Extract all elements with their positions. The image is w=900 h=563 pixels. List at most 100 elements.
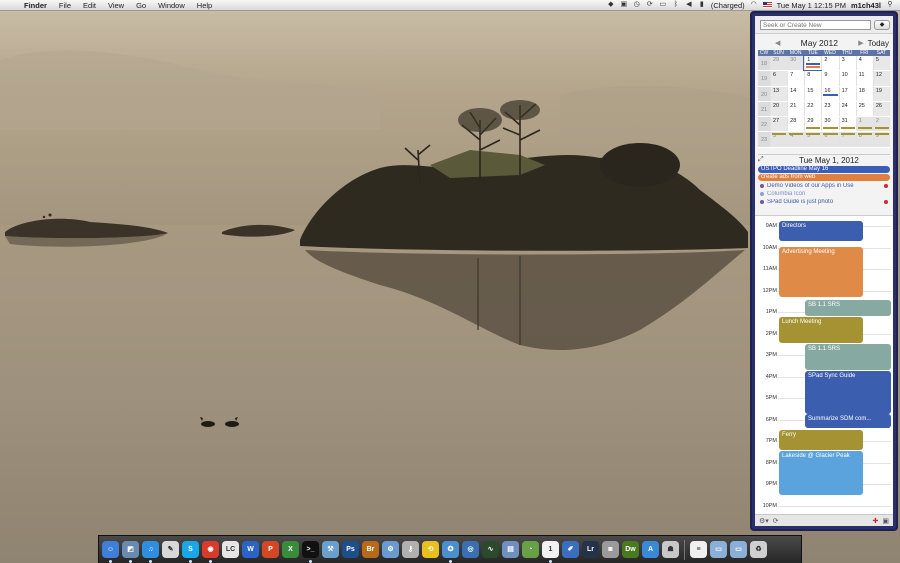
ical-icon[interactable]: 1 <box>542 541 559 563</box>
chrome-icon[interactable]: ◉ <box>202 541 219 563</box>
user-name[interactable]: m1ch43l <box>851 1 881 10</box>
lightroom-icon[interactable]: Lr <box>582 541 599 558</box>
calendar-day-cell[interactable]: 5 <box>804 132 822 147</box>
calendar-day-cell[interactable]: 2 <box>872 117 890 132</box>
app-store-icon[interactable]: A <box>642 541 659 558</box>
calendar-day-cell[interactable]: 15 <box>804 86 822 101</box>
itunes-icon[interactable]: ♫ <box>142 541 159 563</box>
calendar-day-cell[interactable]: 13 <box>770 86 788 101</box>
calendar-day-cell[interactable]: 2 <box>821 56 839 71</box>
calendar-day-cell[interactable]: 10 <box>838 71 856 86</box>
excel-icon[interactable]: X <box>282 541 299 558</box>
word-icon[interactable]: W <box>242 541 259 558</box>
todo-item[interactable]: SPad Guide is just photo <box>758 198 890 206</box>
calendar-event[interactable]: Advertising Meeting <box>779 247 863 297</box>
allday-event[interactable]: USTPO Deadline May 16 <box>758 165 890 173</box>
downloads-folder-icon[interactable]: ▭ <box>730 541 747 558</box>
powerpoint-icon[interactable]: P <box>262 541 279 558</box>
calendar-day-cell[interactable]: 16 <box>821 86 839 101</box>
calendar-day-cell[interactable]: 12 <box>872 71 890 86</box>
menu-go[interactable]: Go <box>130 1 152 10</box>
todo-item[interactable]: Columbia Icon <box>758 190 890 198</box>
document-stack-icon[interactable]: ≡ <box>690 541 707 558</box>
calendar-day-cell[interactable]: 20 <box>770 101 788 117</box>
timeline-icon[interactable]: ⟲ <box>422 541 439 558</box>
calendar-day-cell[interactable]: 29 <box>770 56 788 71</box>
calendar-day-cell[interactable]: 24 <box>838 101 856 117</box>
finder-icon[interactable]: ☺ <box>102 541 119 563</box>
calendar-day-cell[interactable]: 3 <box>770 132 788 147</box>
automator-icon[interactable]: ☗ <box>662 541 679 558</box>
dreamweaver-icon[interactable]: Dw <box>622 541 639 558</box>
calendar-day-cell[interactable]: 6 <box>770 71 788 86</box>
calendar-event[interactable]: Summarize SDM com... <box>805 414 891 428</box>
calendar-day-cell[interactable]: 18 <box>855 86 873 101</box>
calendar-day-cell[interactable]: 8 <box>855 132 873 147</box>
calendar-event[interactable]: Lunch Meeting <box>779 317 863 343</box>
day-timeline[interactable]: 9AM 10AM 11AM 12PM 1PM 2PM 3PM 4PM 5PM 6PM 7PM 8PM 9… <box>755 215 893 515</box>
activity-monitor-icon[interactable]: ∿ <box>482 541 499 558</box>
app-menu-finder[interactable]: Finder <box>18 1 53 10</box>
calendar-day-cell[interactable]: 21 <box>787 101 805 117</box>
calendar-day-cell[interactable]: 23 <box>821 101 839 117</box>
collapse-icon[interactable]: ▣ <box>882 517 889 525</box>
allday-event[interactable]: create ads from web <box>758 173 890 181</box>
terminal-icon[interactable]: >_ <box>302 541 319 563</box>
tag-icon[interactable]: ◆ <box>874 20 890 30</box>
keychain-icon[interactable]: ⚷ <box>402 541 419 558</box>
calendar-day-cell[interactable]: 8 <box>804 71 822 86</box>
calendar-day-cell[interactable]: 14 <box>787 86 805 101</box>
refresh-icon[interactable]: ⟳ <box>773 517 779 525</box>
calendar-day-cell[interactable]: 25 <box>855 101 873 117</box>
calendar-day-cell[interactable]: 4 <box>855 56 873 71</box>
trash-icon[interactable]: ♻ <box>750 541 767 558</box>
calendar-day-cell[interactable]: 30 <box>787 56 805 71</box>
menu-edit[interactable]: Edit <box>77 1 102 10</box>
menu-clock[interactable]: Tue May 1 12:15 PM <box>777 1 846 10</box>
time-machine-icon[interactable]: ◷ <box>633 1 641 9</box>
textedit-icon[interactable]: ✎ <box>162 541 179 558</box>
calendar-event[interactable]: Lakeside @ Glacier Peak <box>779 451 863 495</box>
settings-gear-icon[interactable]: ⚙▾ <box>759 517 769 525</box>
volume-icon[interactable]: ◀ <box>685 1 693 9</box>
screenshot-icon[interactable]: ◙ <box>602 541 619 558</box>
expand-icon[interactable]: ⤢ <box>758 156 768 164</box>
skype-icon[interactable]: S <box>182 541 199 563</box>
calendar-day-cell[interactable]: 9 <box>821 71 839 86</box>
calendar-day-cell[interactable]: 7 <box>838 132 856 147</box>
calendar-day-cell[interactable]: 1 <box>855 117 873 132</box>
calendar-day-cell[interactable]: 31 <box>838 117 856 132</box>
calendar-event[interactable]: SB 1.1 SRS <box>805 344 891 370</box>
stats-icon[interactable]: ◔ <box>522 541 539 558</box>
calendar-day-cell[interactable]: 9 <box>872 132 890 147</box>
calendar-day-cell[interactable]: 17 <box>838 86 856 101</box>
calendar-event[interactable]: SPad Sync Guide <box>805 371 891 414</box>
calendar-day-cell[interactable]: 19 <box>872 86 890 101</box>
calendar-day-cell[interactable]: 4 <box>787 132 805 147</box>
sync-icon[interactable]: ⟳ <box>646 1 654 9</box>
safari-icon[interactable]: ✪ <box>442 541 459 563</box>
today-button[interactable]: Today <box>868 39 889 48</box>
calendar-day-cell[interactable]: 3 <box>838 56 856 71</box>
spotlight-search-icon[interactable]: ⚲ <box>886 1 894 9</box>
calendar-event[interactable]: Directors <box>779 221 863 241</box>
calendar-day-cell[interactable]: 29 <box>804 117 822 132</box>
menu-file[interactable]: File <box>53 1 77 10</box>
folder-utils-icon[interactable]: ⚙ <box>382 541 399 558</box>
menu-window[interactable]: Window <box>152 1 191 10</box>
menu-help[interactable]: Help <box>191 1 218 10</box>
battery-status[interactable]: (Charged) <box>711 1 745 10</box>
preview-icon[interactable]: ◩ <box>122 541 139 563</box>
next-month-icon[interactable]: ▶ <box>858 39 863 47</box>
bluetooth-icon[interactable]: ᛒ <box>672 1 680 9</box>
calendar-event[interactable]: Ferry <box>779 430 863 450</box>
dropbox-icon[interactable]: ◆ <box>607 1 615 9</box>
remote-desktop-icon[interactable]: ▤ <box>502 541 519 558</box>
clipboard-icon[interactable]: ▣ <box>620 1 628 9</box>
battery-icon[interactable]: ▮ <box>698 1 706 9</box>
calendar-event[interactable]: SB 1.1 SRS <box>805 300 891 316</box>
calendar-day-cell[interactable]: 30 <box>821 117 839 132</box>
calendar-day-cell[interactable]: 22 <box>804 101 822 117</box>
todo-item[interactable]: Demo Videos of our Apps in Use <box>758 182 890 190</box>
calendar-day-cell[interactable]: 26 <box>872 101 890 117</box>
